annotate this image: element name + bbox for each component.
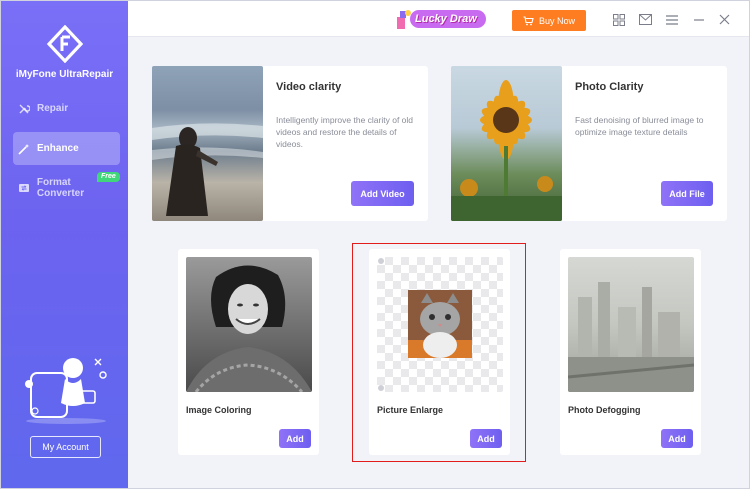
photo-clarity-thumbnail <box>451 66 562 221</box>
my-account-button[interactable]: My Account <box>30 436 101 458</box>
lucky-draw-label[interactable]: Lucky Draw <box>415 13 477 25</box>
free-badge: Free <box>97 172 120 182</box>
sidebar-item-label: Repair <box>37 103 69 114</box>
add-video-button[interactable]: Add Video <box>351 181 414 206</box>
photo-defogging-card: Photo Defogging Add <box>560 249 701 455</box>
photo-defogging-thumbnail <box>568 257 694 392</box>
add-coloring-button[interactable]: Add <box>279 429 311 448</box>
photo-clarity-card: Photo Clarity Fast denoising of blurred … <box>451 66 727 221</box>
card-title: Photo Clarity <box>575 81 644 93</box>
magic-wand-icon <box>17 142 31 156</box>
sidebar-item-label: Enhance <box>37 143 79 154</box>
sidebar-illustration <box>25 358 107 424</box>
mail-icon[interactable] <box>639 13 652 26</box>
add-file-button[interactable]: Add File <box>661 181 713 206</box>
add-defog-button[interactable]: Add <box>661 429 693 448</box>
card-title: Video clarity <box>276 81 342 93</box>
card-description: Intelligently improve the clarity of old… <box>276 115 414 149</box>
wrench-icon <box>17 102 31 116</box>
grid-icon[interactable] <box>612 13 625 26</box>
card-description: Fast denoising of blurred image to optim… <box>575 115 704 137</box>
app-window: iMyFone UltraRepair Repair Enhance Forma… <box>0 0 750 489</box>
convert-icon <box>17 181 31 195</box>
close-icon[interactable] <box>718 13 731 26</box>
sidebar-item-repair[interactable]: Repair <box>13 92 120 125</box>
buy-now-button[interactable]: Buy Now <box>512 10 586 31</box>
sidebar-item-enhance[interactable]: Enhance <box>13 132 120 165</box>
app-logo-icon <box>46 25 84 63</box>
app-name: iMyFone UltraRepair <box>15 69 114 80</box>
image-coloring-thumbnail <box>186 257 312 392</box>
card-title: Photo Defogging <box>568 405 641 415</box>
sidebar: iMyFone UltraRepair Repair Enhance Forma… <box>1 1 128 488</box>
buy-now-label: Buy Now <box>538 15 575 26</box>
video-clarity-card: Video clarity Intelligently improve the … <box>152 66 428 221</box>
video-clarity-thumbnail <box>152 66 263 221</box>
image-coloring-card: Image Coloring Add <box>178 249 319 455</box>
selection-highlight <box>352 243 526 462</box>
card-title: Image Coloring <box>186 405 252 415</box>
minimize-icon[interactable] <box>692 13 705 26</box>
menu-icon[interactable] <box>665 13 678 26</box>
cart-icon <box>523 15 534 26</box>
